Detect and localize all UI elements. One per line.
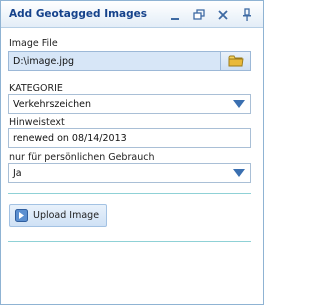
personal-use-dropdown-button[interactable]	[228, 164, 250, 182]
image-file-label: Image File	[9, 38, 58, 49]
arrow-right-icon	[15, 209, 28, 222]
close-icon[interactable]	[216, 8, 230, 22]
restore-icon[interactable]	[192, 8, 206, 22]
minimize-icon[interactable]	[168, 8, 182, 22]
kategorie-label: KATEGORIE	[9, 83, 63, 94]
panel-title: Add Geotagged Images	[9, 8, 148, 20]
browse-file-button[interactable]	[220, 52, 250, 70]
kategorie-select[interactable]: Verkehrszeichen	[8, 94, 251, 114]
kategorie-dropdown-button[interactable]	[228, 95, 250, 113]
personal-use-value: Ja	[13, 168, 22, 179]
hinweistext-input[interactable]: renewed on 08/14/2013	[8, 128, 251, 148]
add-geotagged-images-panel: Add Geotagged Images Image File D:\image	[0, 0, 264, 305]
divider	[8, 241, 251, 242]
panel-titlebar: Add Geotagged Images	[1, 1, 263, 28]
personal-use-select[interactable]: Ja	[8, 163, 251, 183]
divider	[8, 193, 251, 194]
hinweistext-label: Hinweistext	[9, 117, 65, 128]
image-file-field[interactable]: D:\image.jpg	[8, 51, 251, 71]
folder-icon	[228, 55, 244, 67]
personal-use-label: nur für persönlichen Gebrauch	[9, 152, 155, 163]
kategorie-value: Verkehrszeichen	[13, 99, 91, 110]
upload-image-button[interactable]: Upload Image	[9, 204, 107, 227]
image-file-value: D:\image.jpg	[13, 56, 75, 67]
upload-image-label: Upload Image	[33, 210, 100, 221]
hinweistext-value: renewed on 08/14/2013	[13, 133, 127, 144]
chevron-down-icon	[233, 100, 245, 108]
chevron-down-icon	[233, 169, 245, 177]
pin-icon[interactable]	[240, 8, 254, 22]
